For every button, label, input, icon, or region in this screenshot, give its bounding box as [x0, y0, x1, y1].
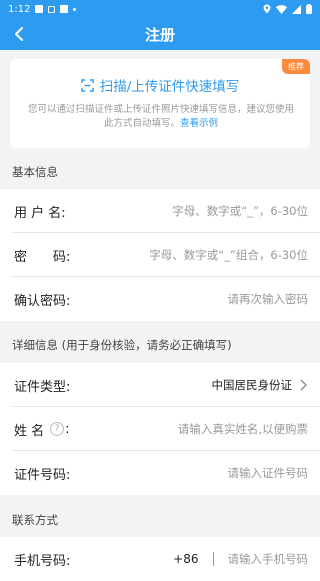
battery-icon: [306, 4, 312, 14]
back-button[interactable]: [8, 23, 30, 45]
status-time: 1:12: [8, 3, 31, 15]
app-notification-icon: [48, 5, 56, 13]
scan-icon: [81, 78, 94, 92]
notification-icon: [35, 5, 44, 13]
id-type-row[interactable]: 证件类型: 中国居民身份证: [0, 363, 320, 407]
name-label-text: 姓 名: [14, 423, 45, 439]
view-example-link[interactable]: 查看示例: [180, 118, 218, 129]
quick-fill-description-text: 您可以通过扫描证件或上传证件照片快速填写信息，建议您使用此方式自动填写。: [28, 104, 295, 129]
scan-upload-title: 扫描/上传证件快速填写: [99, 79, 240, 95]
id-number-label: 证件号码:: [14, 467, 71, 483]
divider: [212, 552, 214, 566]
name-label-colon: :: [65, 421, 70, 437]
phone-row[interactable]: 手机号码: +86 请输入手机号码: [0, 537, 320, 581]
quick-fill-description: 您可以通过扫描证件或上传证件照片快速填写信息，建议您使用此方式自动填写。查看示例: [28, 103, 294, 131]
username-label: 用 户 名:: [14, 205, 66, 221]
recommend-badge: 推荐: [282, 59, 310, 74]
status-bar: 1:12: [0, 0, 320, 18]
country-code[interactable]: +86: [173, 552, 198, 566]
name-input[interactable]: 请输入真实姓名,以便购票: [178, 421, 308, 437]
id-number-row[interactable]: 证件号码: 请输入证件号码: [0, 451, 320, 495]
name-row[interactable]: 姓 名 ? : 请输入真实姓名,以便购票: [0, 407, 320, 451]
username-input[interactable]: 字母、数字或“_”，6-30位: [172, 203, 308, 219]
username-row[interactable]: 用 户 名: 字母、数字或“_”，6-30位: [0, 189, 320, 233]
detail-info-section-label: 详细信息 (用于身份核验，请务必正确填写): [12, 338, 232, 352]
scan-upload-button[interactable]: 扫描/上传证件快速填写: [10, 75, 310, 95]
id-type-label: 证件类型:: [14, 379, 71, 395]
password-input[interactable]: 字母、数字或“_”组合，6-30位: [149, 247, 308, 263]
confirm-password-input[interactable]: 请再次输入密码: [228, 291, 309, 307]
contact-section-label: 联系方式: [12, 513, 58, 527]
page-title: 注册: [144, 25, 175, 44]
password-row[interactable]: 密 码: 字母、数字或“_”组合，6-30位: [0, 233, 320, 277]
chevron-left-icon: [15, 27, 23, 41]
location-icon: [263, 4, 271, 14]
signal-icon: [292, 4, 301, 14]
help-icon[interactable]: ?: [50, 422, 65, 436]
confirm-password-label: 确认密码:: [14, 293, 71, 309]
id-type-select[interactable]: 中国居民身份证: [212, 377, 293, 393]
chevron-right-icon: [300, 379, 307, 391]
basic-info-section-label: 基本信息: [12, 165, 58, 179]
phone-input[interactable]: 请输入手机号码: [228, 551, 309, 567]
notification-icon: [60, 5, 69, 13]
id-number-input[interactable]: 请输入证件号码: [228, 465, 309, 481]
wifi-icon: [276, 4, 287, 14]
password-label: 密 码:: [14, 249, 71, 265]
app-header: 1:12 注册: [0, 0, 320, 50]
confirm-password-row[interactable]: 确认密码: 请再次输入密码: [0, 277, 320, 321]
more-notifications-icon: [73, 7, 77, 11]
quick-fill-card[interactable]: 推荐 扫描/上传证件快速填写 您可以通过扫描证件或上传证件照片快速填写信息，建议…: [10, 59, 310, 148]
name-label: 姓 名 ? :: [14, 420, 70, 439]
phone-label: 手机号码:: [14, 553, 71, 569]
